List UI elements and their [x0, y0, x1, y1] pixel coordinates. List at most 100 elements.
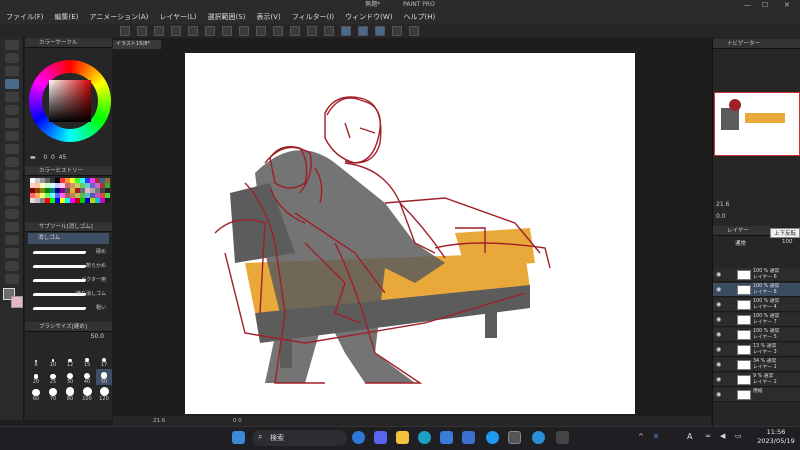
- zoom-tool-icon[interactable]: [5, 40, 19, 50]
- layer-row[interactable]: ◉ 用紙: [713, 388, 800, 402]
- new-file-icon[interactable]: [120, 26, 130, 36]
- brush-size-preset[interactable]: 120: [96, 386, 112, 402]
- search-tool-icon[interactable]: [5, 170, 19, 180]
- magic-wand-icon[interactable]: [5, 157, 19, 167]
- maximize-button[interactable]: ☐: [762, 0, 768, 10]
- layer-row[interactable]: ◉ 13 % 通常 レイヤー 3: [713, 343, 800, 357]
- brush-size-preset[interactable]: 12: [62, 352, 78, 368]
- layer-row[interactable]: ◉ 100 % 通常 レイヤー 8: [713, 283, 800, 297]
- color-wheel[interactable]: [29, 60, 111, 142]
- eraser-tool-icon[interactable]: [5, 79, 19, 89]
- loading-icon[interactable]: [222, 26, 232, 36]
- layer-row[interactable]: ◉ 9 % 通常 レイヤー 2: [713, 373, 800, 387]
- move-tool-icon[interactable]: [5, 131, 19, 141]
- brush-size-value[interactable]: 50.0: [25, 332, 112, 342]
- visibility-eye-icon[interactable]: ◉: [716, 331, 721, 338]
- layer-row[interactable]: ◉ 34 % 通常 レイヤー 1: [713, 358, 800, 372]
- tray-chevron-icon[interactable]: ^: [638, 433, 644, 441]
- navigator-angle[interactable]: 0.0: [716, 213, 726, 220]
- layer-blend-mode[interactable]: 通常: [735, 239, 746, 247]
- layer-row[interactable]: ◉ 100 % 通常 レイヤー 5: [713, 328, 800, 342]
- layer-row[interactable]: ◉ 100 % 通常 レイヤー 6: [713, 268, 800, 282]
- brush-size-preset[interactable]: 30: [62, 369, 78, 385]
- brush-size-preset[interactable]: 60: [28, 386, 44, 402]
- bing-icon[interactable]: [352, 431, 365, 444]
- battery-icon[interactable]: ▭: [735, 432, 742, 440]
- subtool-eraser-group[interactable]: 消しゴム: [28, 233, 109, 244]
- brush-size-preset[interactable]: 40: [79, 369, 95, 385]
- subtool-item-rough[interactable]: 粗い: [29, 302, 108, 314]
- visibility-eye-icon[interactable]: ◉: [716, 361, 721, 368]
- fill-icon[interactable]: [256, 26, 266, 36]
- layer-row[interactable]: ◉ 100 % 通常 レイヤー 4: [713, 298, 800, 312]
- navigator-zoom[interactable]: 21.6: [716, 201, 729, 208]
- ime-indicator[interactable]: A: [687, 432, 692, 441]
- brush-size-preset[interactable]: 70: [45, 386, 61, 402]
- bluetooth-icon[interactable]: ʙ: [654, 432, 658, 440]
- status-angle[interactable]: 0.0: [233, 416, 242, 426]
- brush-size-preset[interactable]: 20: [28, 369, 44, 385]
- transform-icon[interactable]: [273, 26, 283, 36]
- brush-size-preset[interactable]: 100: [79, 386, 95, 402]
- subtool-item-kneaded[interactable]: 練り消しゴム: [29, 288, 108, 300]
- speaker-icon[interactable]: ◀: [720, 432, 725, 440]
- close-button[interactable]: ✕: [784, 0, 790, 10]
- menu-edit[interactable]: 編集(E): [55, 12, 79, 22]
- menu-filter[interactable]: フィルター(I): [292, 12, 334, 22]
- layer-row[interactable]: ◉ 100 % 通常 レイヤー 7: [713, 313, 800, 327]
- heart-icon[interactable]: [409, 26, 419, 36]
- visibility-eye-icon[interactable]: ◉: [716, 346, 721, 353]
- eyedropper-tool-icon[interactable]: [5, 105, 19, 115]
- visibility-eye-icon[interactable]: ◉: [716, 286, 721, 293]
- blend-tool-icon[interactable]: [5, 209, 19, 219]
- menu-view[interactable]: 表示(V): [256, 12, 280, 22]
- color-history-grid[interactable]: [30, 178, 110, 214]
- fill-tool-icon[interactable]: [5, 222, 19, 232]
- app-icon[interactable]: [532, 431, 545, 444]
- hand-tool-icon[interactable]: [5, 92, 19, 102]
- brush-size-preset[interactable]: 8: [28, 352, 44, 368]
- mail-icon[interactable]: [462, 431, 475, 444]
- help-icon[interactable]: [392, 26, 402, 36]
- save-icon[interactable]: [154, 26, 164, 36]
- windows-start-icon[interactable]: [232, 431, 245, 444]
- app-icon-2[interactable]: [556, 431, 569, 444]
- brush-size-preset[interactable]: 25: [45, 369, 61, 385]
- menu-layer[interactable]: レイヤー(L): [159, 12, 196, 22]
- canvas-tab[interactable]: イラスト15(8*: [113, 40, 161, 49]
- figure-tool-icon[interactable]: [5, 235, 19, 245]
- pen-tool-icon[interactable]: [5, 53, 19, 63]
- taskbar-clock[interactable]: 11:56 2023/05/19: [756, 428, 796, 446]
- subtool-item-soft[interactable]: 軟らかめ: [29, 260, 108, 272]
- gradient-tool-icon[interactable]: [5, 196, 19, 206]
- clip-studio-icon[interactable]: [508, 431, 521, 444]
- subtool-item-hard[interactable]: 硬め: [29, 246, 108, 258]
- subtool-item-vector[interactable]: ベクター用: [29, 274, 108, 286]
- redo-icon[interactable]: [205, 26, 215, 36]
- edge-icon[interactable]: [418, 431, 431, 444]
- menu-help[interactable]: ヘルプ(H): [403, 12, 435, 22]
- visibility-eye-icon[interactable]: ◉: [716, 316, 721, 323]
- visibility-eye-icon[interactable]: ◉: [716, 301, 721, 308]
- status-zoom[interactable]: 21.6: [153, 416, 165, 426]
- menu-window[interactable]: ウィンドウ(W): [345, 12, 392, 22]
- brush-size-preset[interactable]: 10: [45, 352, 61, 368]
- taskbar-search[interactable]: 検索: [252, 430, 347, 446]
- brush-tool-icon[interactable]: [5, 183, 19, 193]
- visibility-eye-icon[interactable]: ◉: [716, 391, 721, 398]
- brush-size-preset[interactable]: 15: [79, 352, 95, 368]
- brush-size-preset[interactable]: 80: [62, 386, 78, 402]
- visibility-eye-icon[interactable]: ◉: [716, 376, 721, 383]
- store-icon[interactable]: [440, 431, 453, 444]
- brush-size-preset[interactable]: 17: [96, 352, 112, 368]
- canvas-paper[interactable]: [185, 53, 635, 414]
- lasso-tool-icon[interactable]: [5, 144, 19, 154]
- visibility-eye-icon[interactable]: ◉: [716, 271, 721, 278]
- snap-ruler-icon[interactable]: [341, 26, 351, 36]
- invert-selection-icon[interactable]: [307, 26, 317, 36]
- menu-animation[interactable]: アニメーション(A): [89, 12, 148, 22]
- menu-file[interactable]: ファイル(F): [6, 12, 44, 22]
- upload-icon[interactable]: [171, 26, 181, 36]
- twitter-icon[interactable]: [486, 431, 499, 444]
- balloon-tool-icon[interactable]: [5, 274, 19, 284]
